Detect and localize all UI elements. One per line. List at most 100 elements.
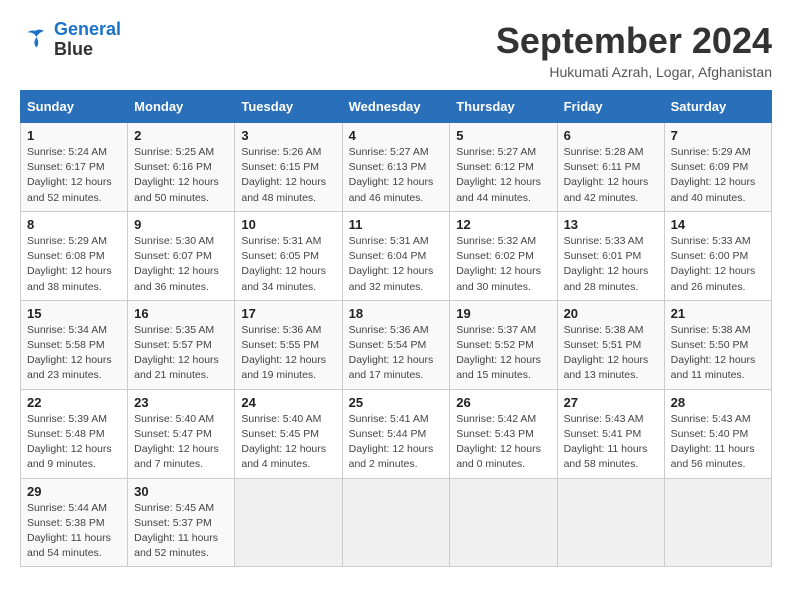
day-of-week-header: Monday: [128, 91, 235, 123]
day-number: 9: [134, 217, 228, 232]
calendar-week-row: 8Sunrise: 5:29 AM Sunset: 6:08 PM Daylig…: [21, 211, 772, 300]
day-info: Sunrise: 5:24 AM Sunset: 6:17 PM Dayligh…: [27, 145, 121, 206]
calendar-cell: [664, 478, 771, 567]
day-info: Sunrise: 5:25 AM Sunset: 6:16 PM Dayligh…: [134, 145, 228, 206]
calendar-cell: 6 Sunrise: 5:28 AM Sunset: 6:11 PM Daylig…: [557, 123, 664, 212]
day-of-week-header: Sunday: [21, 91, 128, 123]
day-number: 16: [134, 306, 228, 321]
calendar-cell: 18 Sunrise: 5:36 AM Sunset: 5:54 PM Dayli…: [342, 300, 450, 389]
day-info: Sunrise: 5:36 AM Sunset: 5:54 PM Dayligh…: [349, 323, 444, 384]
day-info: Sunrise: 5:35 AM Sunset: 5:57 PM Dayligh…: [134, 323, 228, 384]
day-number: 10: [241, 217, 335, 232]
month-title: September 2024: [496, 20, 772, 62]
day-number: 24: [241, 395, 335, 410]
day-number: 1: [27, 128, 121, 143]
day-of-week-header: Friday: [557, 91, 664, 123]
calendar-cell: 2 Sunrise: 5:25 AM Sunset: 6:16 PM Daylig…: [128, 123, 235, 212]
day-info: Sunrise: 5:38 AM Sunset: 5:50 PM Dayligh…: [671, 323, 765, 384]
day-number: 4: [349, 128, 444, 143]
calendar-cell: 27 Sunrise: 5:43 AM Sunset: 5:41 PM Dayli…: [557, 389, 664, 478]
calendar-cell: 19Sunrise: 5:37 AM Sunset: 5:52 PM Dayli…: [450, 300, 557, 389]
calendar-header-row: SundayMondayTuesdayWednesdayThursdayFrid…: [21, 91, 772, 123]
day-number: 13: [564, 217, 658, 232]
day-number: 2: [134, 128, 228, 143]
day-info: Sunrise: 5:38 AM Sunset: 5:51 PM Dayligh…: [564, 323, 658, 384]
day-number: 17: [241, 306, 335, 321]
calendar-cell: 11 Sunrise: 5:31 AM Sunset: 6:04 PM Dayli…: [342, 211, 450, 300]
day-number: 29: [27, 484, 121, 499]
day-of-week-header: Wednesday: [342, 91, 450, 123]
title-section: September 2024 Hukumati Azrah, Logar, Af…: [496, 20, 772, 80]
day-info: Sunrise: 5:33 AM Sunset: 6:01 PM Dayligh…: [564, 234, 658, 295]
day-info: Sunrise: 5:36 AM Sunset: 5:55 PM Dayligh…: [241, 323, 335, 384]
calendar-cell: 24Sunrise: 5:40 AM Sunset: 5:45 PM Dayli…: [235, 389, 342, 478]
day-info: Sunrise: 5:44 AM Sunset: 5:38 PM Dayligh…: [27, 501, 121, 562]
location: Hukumati Azrah, Logar, Afghanistan: [496, 64, 772, 80]
calendar-cell: 3Sunrise: 5:26 AM Sunset: 6:15 PM Daylig…: [235, 123, 342, 212]
day-number: 28: [671, 395, 765, 410]
day-number: 22: [27, 395, 121, 410]
calendar-cell: 29 Sunrise: 5:44 AM Sunset: 5:38 PM Dayli…: [21, 478, 128, 567]
day-number: 20: [564, 306, 658, 321]
day-number: 15: [27, 306, 121, 321]
day-number: 26: [456, 395, 550, 410]
day-info: Sunrise: 5:28 AM Sunset: 6:11 PM Dayligh…: [564, 145, 658, 206]
logo: GeneralBlue: [20, 20, 121, 60]
calendar-week-row: 15 Sunrise: 5:34 AM Sunset: 5:58 PM Dayli…: [21, 300, 772, 389]
calendar-cell: 28 Sunrise: 5:43 AM Sunset: 5:40 PM Dayli…: [664, 389, 771, 478]
day-info: Sunrise: 5:31 AM Sunset: 6:05 PM Dayligh…: [241, 234, 335, 295]
day-number: 6: [564, 128, 658, 143]
calendar-cell: 14 Sunrise: 5:33 AM Sunset: 6:00 PM Dayli…: [664, 211, 771, 300]
calendar-cell: 30 Sunrise: 5:45 AM Sunset: 5:37 PM Dayli…: [128, 478, 235, 567]
calendar-table: SundayMondayTuesdayWednesdayThursdayFrid…: [20, 90, 772, 567]
day-info: Sunrise: 5:37 AM Sunset: 5:52 PM Dayligh…: [456, 323, 550, 384]
day-info: Sunrise: 5:34 AM Sunset: 5:58 PM Dayligh…: [27, 323, 121, 384]
day-info: Sunrise: 5:33 AM Sunset: 6:00 PM Dayligh…: [671, 234, 765, 295]
day-number: 18: [349, 306, 444, 321]
calendar-cell: 15 Sunrise: 5:34 AM Sunset: 5:58 PM Dayli…: [21, 300, 128, 389]
calendar-cell: 26 Sunrise: 5:42 AM Sunset: 5:43 PM Dayli…: [450, 389, 557, 478]
calendar-cell: 16 Sunrise: 5:35 AM Sunset: 5:57 PM Dayli…: [128, 300, 235, 389]
calendar-cell: 20 Sunrise: 5:38 AM Sunset: 5:51 PM Dayli…: [557, 300, 664, 389]
logo-text: GeneralBlue: [54, 20, 121, 60]
calendar-cell: 8Sunrise: 5:29 AM Sunset: 6:08 PM Daylig…: [21, 211, 128, 300]
calendar-cell: 9Sunrise: 5:30 AM Sunset: 6:07 PM Daylig…: [128, 211, 235, 300]
day-number: 23: [134, 395, 228, 410]
calendar-cell: 22Sunrise: 5:39 AM Sunset: 5:48 PM Dayli…: [21, 389, 128, 478]
page-header: GeneralBlue September 2024 Hukumati Azra…: [20, 20, 772, 80]
day-number: 21: [671, 306, 765, 321]
day-info: Sunrise: 5:42 AM Sunset: 5:43 PM Dayligh…: [456, 412, 550, 473]
calendar-cell: 4Sunrise: 5:27 AM Sunset: 6:13 PM Daylig…: [342, 123, 450, 212]
day-number: 27: [564, 395, 658, 410]
calendar-cell: 21 Sunrise: 5:38 AM Sunset: 5:50 PM Dayli…: [664, 300, 771, 389]
day-number: 5: [456, 128, 550, 143]
calendar-cell: 13 Sunrise: 5:33 AM Sunset: 6:01 PM Dayli…: [557, 211, 664, 300]
calendar-cell: 23 Sunrise: 5:40 AM Sunset: 5:47 PM Dayli…: [128, 389, 235, 478]
day-info: Sunrise: 5:40 AM Sunset: 5:47 PM Dayligh…: [134, 412, 228, 473]
calendar-week-row: 29 Sunrise: 5:44 AM Sunset: 5:38 PM Dayli…: [21, 478, 772, 567]
calendar-cell: [557, 478, 664, 567]
calendar-cell: 5Sunrise: 5:27 AM Sunset: 6:12 PM Daylig…: [450, 123, 557, 212]
day-info: Sunrise: 5:31 AM Sunset: 6:04 PM Dayligh…: [349, 234, 444, 295]
day-info: Sunrise: 5:43 AM Sunset: 5:41 PM Dayligh…: [564, 412, 658, 473]
calendar-cell: 1 Sunrise: 5:24 AM Sunset: 6:17 PM Daylig…: [21, 123, 128, 212]
calendar-cell: [235, 478, 342, 567]
calendar-cell: [342, 478, 450, 567]
day-number: 3: [241, 128, 335, 143]
day-number: 30: [134, 484, 228, 499]
day-info: Sunrise: 5:41 AM Sunset: 5:44 PM Dayligh…: [349, 412, 444, 473]
calendar-cell: 17 Sunrise: 5:36 AM Sunset: 5:55 PM Dayli…: [235, 300, 342, 389]
calendar-cell: 10 Sunrise: 5:31 AM Sunset: 6:05 PM Dayli…: [235, 211, 342, 300]
day-info: Sunrise: 5:43 AM Sunset: 5:40 PM Dayligh…: [671, 412, 765, 473]
day-number: 11: [349, 217, 444, 232]
day-of-week-header: Thursday: [450, 91, 557, 123]
day-number: 14: [671, 217, 765, 232]
day-info: Sunrise: 5:32 AM Sunset: 6:02 PM Dayligh…: [456, 234, 550, 295]
day-of-week-header: Tuesday: [235, 91, 342, 123]
calendar-cell: 25Sunrise: 5:41 AM Sunset: 5:44 PM Dayli…: [342, 389, 450, 478]
calendar-cell: [450, 478, 557, 567]
day-info: Sunrise: 5:29 AM Sunset: 6:08 PM Dayligh…: [27, 234, 121, 295]
day-info: Sunrise: 5:45 AM Sunset: 5:37 PM Dayligh…: [134, 501, 228, 562]
calendar-cell: 12Sunrise: 5:32 AM Sunset: 6:02 PM Dayli…: [450, 211, 557, 300]
day-info: Sunrise: 5:29 AM Sunset: 6:09 PM Dayligh…: [671, 145, 765, 206]
